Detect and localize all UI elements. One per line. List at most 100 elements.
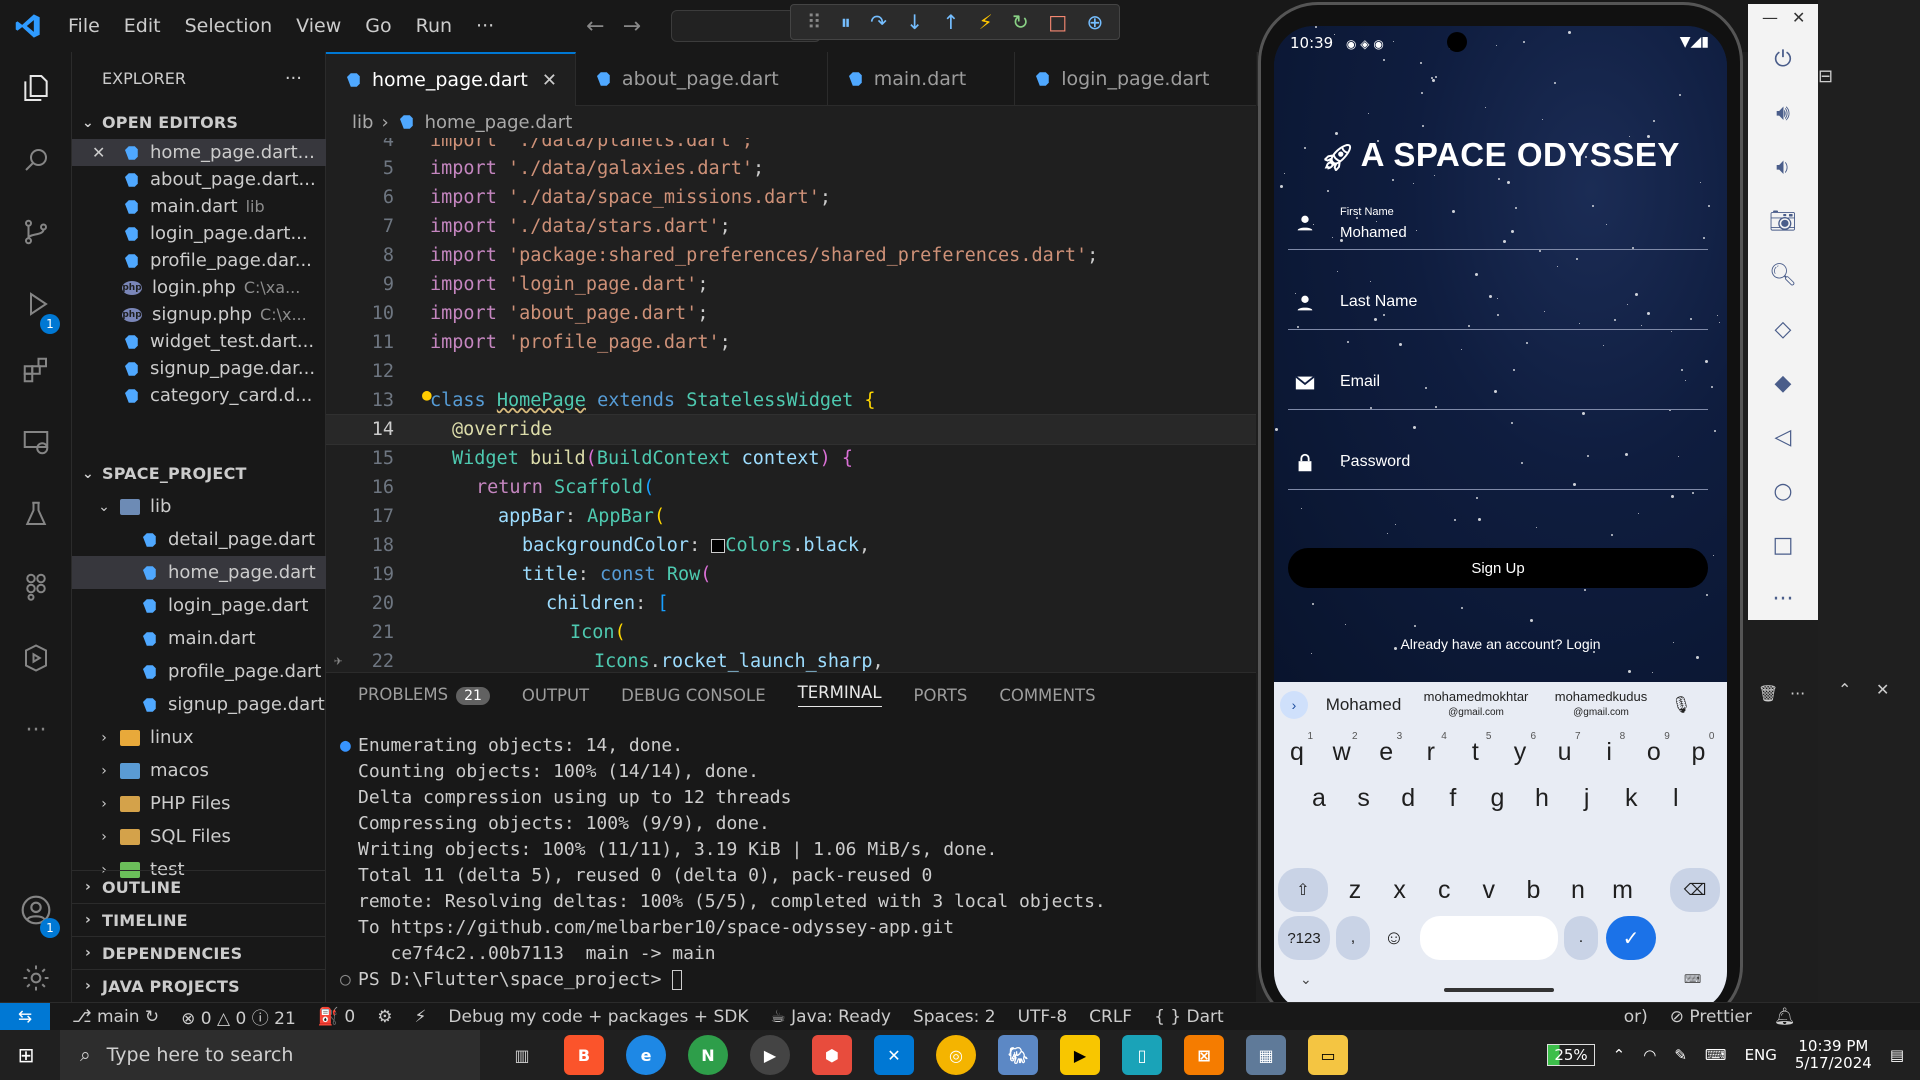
key-d[interactable]: d: [1389, 776, 1427, 820]
key-r[interactable]: r4: [1412, 730, 1450, 774]
file-item[interactable]: detail_page.dart: [72, 523, 326, 556]
key-o[interactable]: o9: [1635, 730, 1673, 774]
app-icon[interactable]: ▦: [1246, 1035, 1286, 1075]
key-w[interactable]: w2: [1323, 730, 1361, 774]
tab-main[interactable]: main.dart: [828, 52, 1016, 106]
overview-icon[interactable]: □: [1768, 530, 1798, 560]
search-icon[interactable]: [18, 142, 54, 178]
maximize-panel-icon[interactable]: ⌃: [1838, 680, 1851, 699]
password-field[interactable]: Password: [1288, 424, 1708, 490]
encoding-status[interactable]: UTF-8: [1018, 1007, 1068, 1027]
postgres-icon[interactable]: 🐘︎: [998, 1035, 1038, 1075]
zoom-icon[interactable]: 🔍︎: [1768, 260, 1798, 290]
open-editor-item[interactable]: login_page.dart...: [72, 220, 326, 247]
camera-icon[interactable]: 📷︎: [1768, 206, 1798, 236]
key-n[interactable]: n: [1559, 868, 1597, 912]
problems-status[interactable]: ⊗ 0 △ 0 ⓘ 21: [181, 1004, 296, 1029]
clock[interactable]: 10:39 PM 5/17/2024: [1795, 1038, 1872, 1072]
step-out-icon[interactable]: ↑: [942, 10, 959, 34]
step-into-icon[interactable]: ↓: [906, 10, 923, 34]
key-g[interactable]: g: [1478, 776, 1516, 820]
emoji-key[interactable]: ☺: [1374, 916, 1414, 960]
explorer-icon[interactable]: [18, 70, 54, 106]
key-b[interactable]: b: [1514, 868, 1552, 912]
menu-file[interactable]: File: [56, 0, 112, 52]
menu-selection[interactable]: Selection: [173, 0, 285, 52]
keyboard-hide-icon[interactable]: ⌄: [1300, 972, 1312, 988]
file-item[interactable]: profile_page.dart: [72, 655, 326, 688]
open-editor-item[interactable]: php signup.php C:\x...: [72, 301, 326, 328]
taskbar-search-input[interactable]: ⌕ Type here to search: [60, 1030, 480, 1080]
vscode-taskbar-icon[interactable]: ✕: [874, 1035, 914, 1075]
battery-indicator[interactable]: 25%: [1547, 1044, 1595, 1066]
minimize-icon[interactable]: —: [1762, 8, 1778, 27]
open-editor-item[interactable]: category_card.d...: [72, 382, 326, 409]
close-icon[interactable]: ✕: [542, 70, 557, 91]
flutter-icon[interactable]: [18, 568, 54, 604]
language-status[interactable]: { } Dart: [1154, 1007, 1224, 1027]
key-t[interactable]: t5: [1456, 730, 1494, 774]
debug-mode[interactable]: Debug my code + packages + SDK: [448, 1007, 748, 1027]
close-panel-icon[interactable]: ✕: [1876, 680, 1889, 699]
remote-explorer-icon[interactable]: [18, 424, 54, 460]
stop-icon[interactable]: □: [1048, 10, 1067, 34]
open-editor-item[interactable]: about_page.dart...: [72, 166, 326, 193]
bell-icon[interactable]: 🔔︎: [1774, 1007, 1796, 1027]
key-z[interactable]: z: [1336, 868, 1374, 912]
project-header[interactable]: ⌄ SPACE_PROJECT: [72, 457, 326, 490]
key-c[interactable]: c: [1425, 868, 1463, 912]
edge-icon[interactable]: e: [626, 1035, 666, 1075]
android-studio-icon[interactable]: ▯: [1122, 1035, 1162, 1075]
prettier-status[interactable]: ⊘ Prettier: [1670, 1007, 1752, 1027]
tab-comments[interactable]: COMMENTS: [999, 686, 1095, 705]
tab-output[interactable]: OUTPUT: [522, 686, 589, 705]
last-name-field[interactable]: Last Name: [1288, 264, 1708, 330]
debug-status-icon[interactable]: ⚙: [377, 1007, 392, 1027]
key-q[interactable]: q1: [1278, 730, 1316, 774]
tab-debug-console[interactable]: DEBUG CONSOLE: [621, 686, 766, 705]
key-s[interactable]: s: [1345, 776, 1383, 820]
chrome-icon[interactable]: ◎: [936, 1035, 976, 1075]
menu-run[interactable]: Run: [404, 0, 464, 52]
expand-suggestions-button[interactable]: ›: [1280, 691, 1308, 719]
key-l[interactable]: l: [1657, 776, 1695, 820]
trash-icon[interactable]: 🗑︎: [1758, 684, 1778, 703]
terminal-output[interactable]: ● Enumerating objects: 14, done. Counting …: [340, 733, 1106, 993]
step-over-icon[interactable]: ↷: [870, 10, 887, 34]
more-icon[interactable]: ···: [1768, 584, 1798, 614]
more-icon[interactable]: ···: [18, 712, 54, 748]
email-field[interactable]: Email: [1288, 344, 1708, 410]
windows-start-icon[interactable]: ⊞: [0, 1030, 52, 1080]
tab-ports[interactable]: PORTS: [914, 686, 968, 705]
testing-icon[interactable]: [18, 496, 54, 532]
key-e[interactable]: e3: [1367, 730, 1405, 774]
key-j[interactable]: j: [1568, 776, 1606, 820]
period-key[interactable]: .: [1564, 916, 1598, 960]
sidebar-section[interactable]: › DEPENDENCIES: [72, 936, 326, 969]
key-k[interactable]: k: [1612, 776, 1650, 820]
breadcrumb-file[interactable]: home_page.dart: [425, 112, 573, 133]
code-editor[interactable]: 4 import './data/planets.dart'; 5 import '…: [326, 138, 1256, 672]
close-icon[interactable]: ✕: [1792, 8, 1805, 27]
keyboard-icon[interactable]: ⌨: [1705, 1046, 1727, 1064]
eol-status[interactable]: CRLF: [1089, 1007, 1132, 1027]
file-item[interactable]: main.dart: [72, 622, 326, 655]
notifications-icon[interactable]: ▤: [1890, 1046, 1904, 1064]
open-editor-item[interactable]: widget_test.dart...: [72, 328, 326, 355]
tab-login-page[interactable]: login_page.dart: [1015, 52, 1259, 106]
open-editors-header[interactable]: ⌄ OPEN EDITORS: [72, 106, 326, 139]
volume-down-icon[interactable]: 🔉︎: [1768, 152, 1798, 182]
sidebar-section[interactable]: › JAVA PROJECTS: [72, 969, 326, 1002]
folder-item[interactable]: › linux: [72, 721, 326, 754]
pause-icon[interactable]: ⏸: [841, 10, 851, 34]
key-m[interactable]: m: [1604, 868, 1642, 912]
suggestion-2[interactable]: mohamedmokhtar @gmail.com: [1411, 689, 1541, 721]
key-p[interactable]: p0: [1679, 730, 1717, 774]
open-editor-item[interactable]: php login.php C:\xa...: [72, 274, 326, 301]
split-editor-icon[interactable]: ⊟: [1818, 66, 1833, 87]
sidebar-section[interactable]: › OUTLINE: [72, 870, 326, 903]
folder-item[interactable]: › macos: [72, 754, 326, 787]
media-player-icon[interactable]: ▶: [750, 1035, 790, 1075]
folder-lib[interactable]: ⌄ lib: [72, 490, 326, 523]
rotate-right-icon[interactable]: ◆: [1768, 368, 1798, 398]
